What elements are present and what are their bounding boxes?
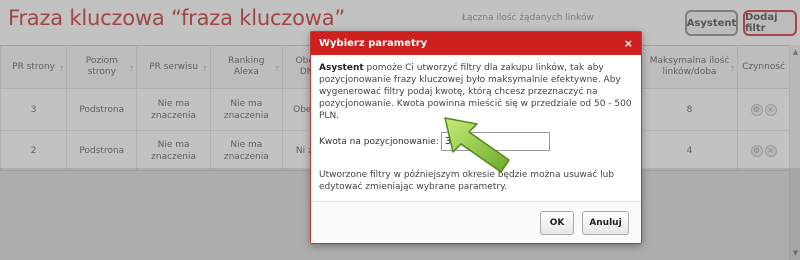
close-icon[interactable]: ×	[624, 37, 633, 50]
amount-label: Kwota na pozycjonowanie:	[319, 136, 439, 147]
dialog-footer: OK Anuluj	[311, 201, 641, 243]
dialog-header: Wybierz parametry ×	[311, 32, 641, 55]
intro-bold: Asystent	[319, 63, 364, 73]
ok-button[interactable]: OK	[540, 210, 574, 235]
cancel-button[interactable]: Anuluj	[582, 210, 629, 235]
dialog-intro: Asystent pomoże Ci utworzyć filtry dla z…	[319, 62, 633, 122]
intro-text: pomoże Ci utworzyć filtry dla zakupu lin…	[319, 63, 632, 121]
arrow-pointer-icon	[444, 117, 510, 173]
dialog-title: Wybierz parametry	[319, 38, 428, 49]
